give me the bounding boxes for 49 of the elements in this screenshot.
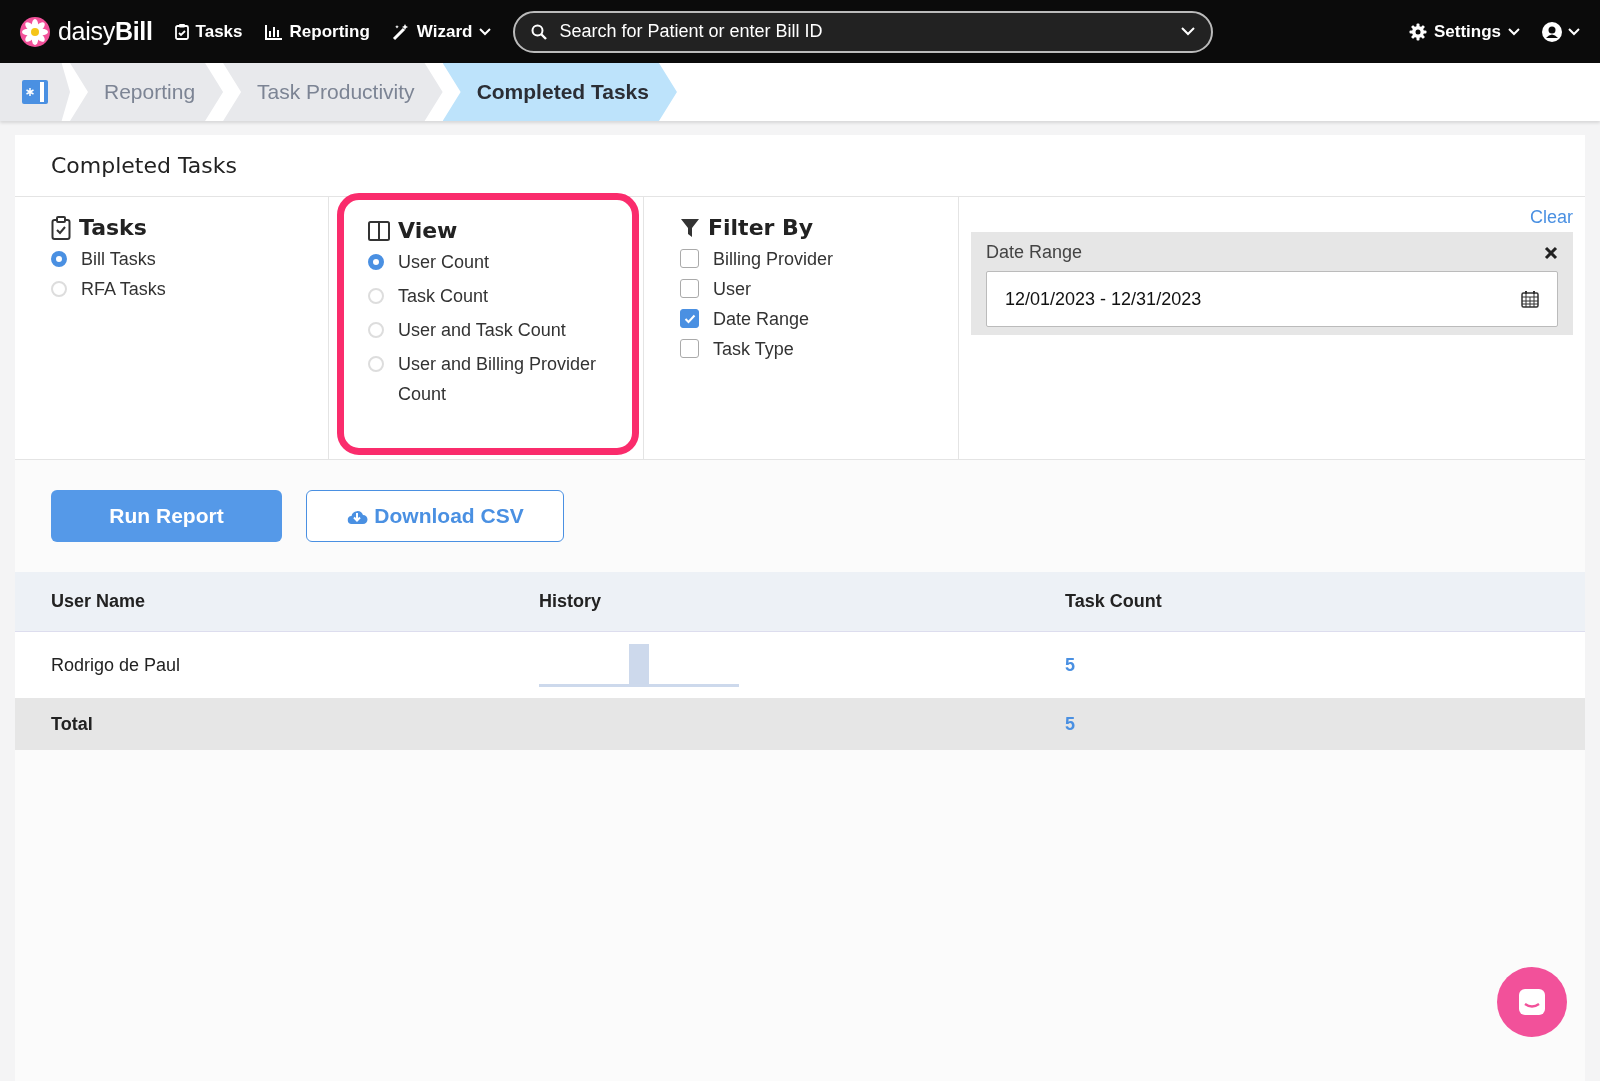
nav-link[interactable]: Wizard <box>391 21 492 42</box>
section-title: View <box>368 218 608 243</box>
radio-option[interactable]: User and Billing Provider Count <box>368 353 608 409</box>
nav-link[interactable]: Reporting <box>264 21 370 42</box>
caret-icon <box>1508 27 1520 36</box>
checkbox-option[interactable]: User <box>680 278 922 300</box>
section-title: Filter By <box>680 215 922 240</box>
magic-wand-icon <box>391 22 410 41</box>
close-icon[interactable] <box>1544 245 1558 260</box>
logo-text: daisyBill <box>58 17 153 46</box>
clipboard-icon <box>51 215 71 240</box>
page-title: Completed Tasks <box>15 135 1585 197</box>
table-cell-text: Rodrigo de Paul <box>51 654 182 676</box>
radio-option[interactable]: User Count <box>368 251 608 277</box>
user-avatar-icon <box>1542 21 1562 42</box>
column-header: History <box>539 591 602 612</box>
checkbox-option[interactable]: Date Range <box>680 308 922 330</box>
settings-menu[interactable]: Settings <box>1408 21 1520 42</box>
nav-link[interactable]: Tasks <box>174 21 243 42</box>
filter-icon <box>680 217 700 238</box>
search-icon <box>531 23 548 40</box>
clipboard-icon <box>174 23 189 40</box>
radio-option[interactable]: User and Task Count <box>368 319 608 345</box>
breadcrumb-home[interactable] <box>0 63 70 121</box>
section-title: Tasks <box>51 215 292 240</box>
breadcrumb-item[interactable]: Completed Tasks <box>442 63 677 121</box>
caret-icon <box>1568 27 1580 36</box>
bar-chart-icon <box>264 23 283 40</box>
checkbox-option[interactable]: Billing Provider <box>680 248 922 270</box>
column-header: User Name <box>51 591 147 612</box>
date-range-field[interactable]: 12/01/2023 - 12/31/2023 <box>986 271 1558 327</box>
app-logo[interactable]: daisyBill <box>20 16 153 47</box>
column-header: Task Count <box>1065 591 1163 612</box>
columns-icon <box>368 220 390 241</box>
calendar-icon <box>1521 290 1539 308</box>
caret-icon <box>1181 27 1196 36</box>
radio-option[interactable]: Bill Tasks <box>51 248 292 270</box>
chat-icon <box>1516 986 1548 1018</box>
radio-option[interactable]: Task Count <box>368 285 608 311</box>
flower-icon <box>20 16 50 47</box>
search-bar[interactable]: Search for Patient or enter Bill ID <box>513 10 1214 53</box>
checkbox-option[interactable]: Task Type <box>680 338 922 360</box>
table-cell-text: Total <box>51 713 94 735</box>
search-field[interactable]: Search for Patient or enter Bill ID <box>557 20 1172 43</box>
radio-option[interactable]: RFA Tasks <box>51 278 292 300</box>
account-menu[interactable] <box>1542 21 1580 42</box>
field-label: Date Range <box>986 242 1083 263</box>
document-icon <box>21 78 49 106</box>
checkmark-icon <box>683 313 696 324</box>
